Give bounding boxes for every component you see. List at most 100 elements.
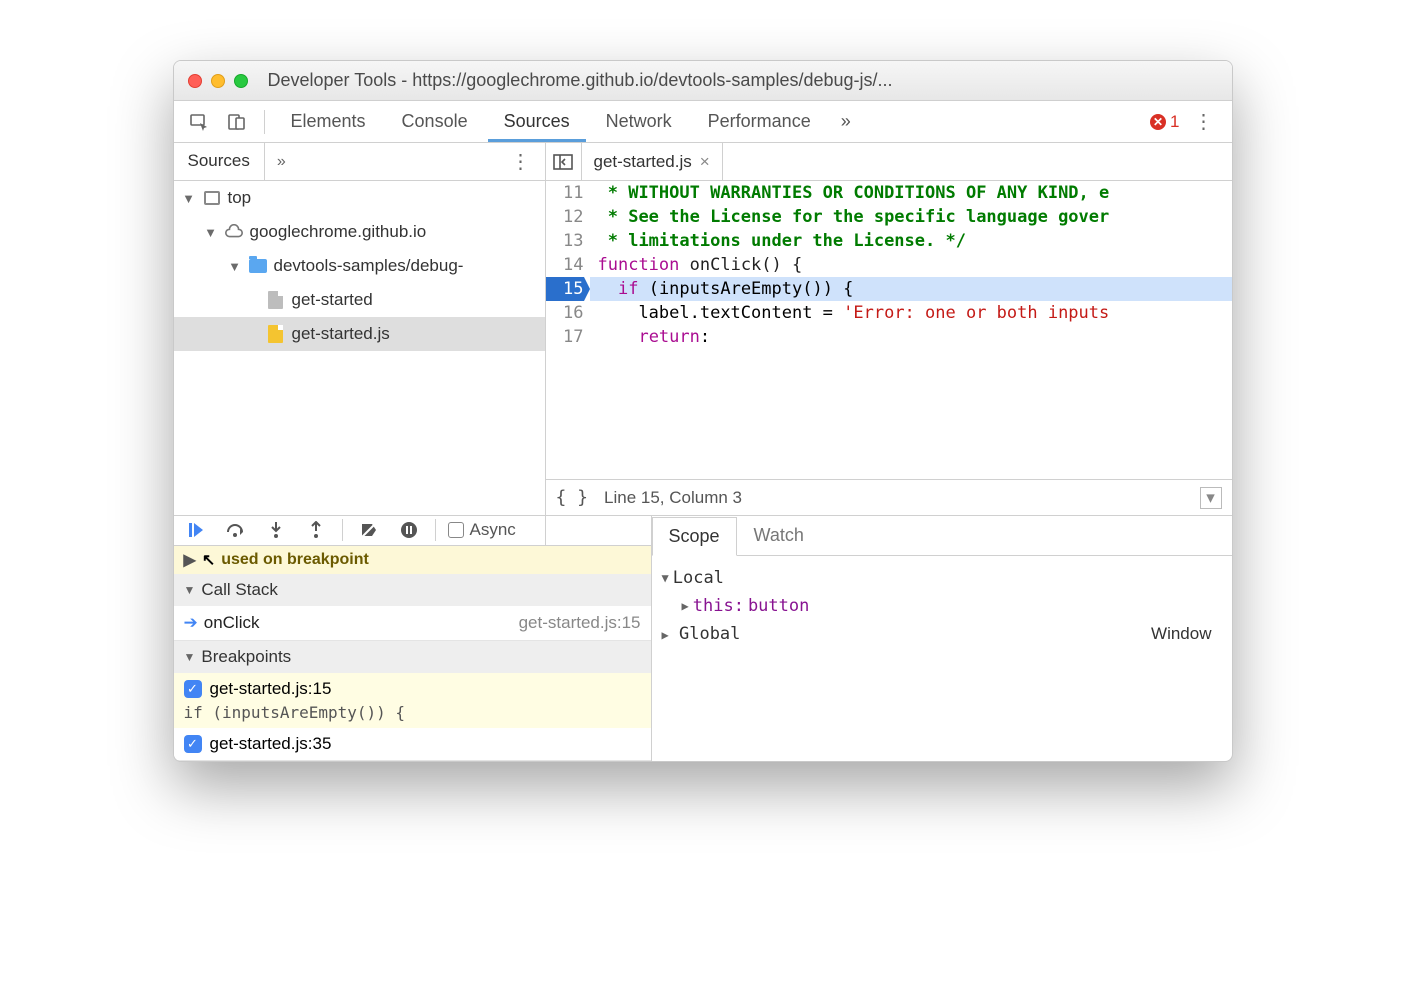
error-count: 1: [1170, 112, 1179, 132]
tree-node-top[interactable]: ▼ top: [174, 181, 545, 215]
code-lines[interactable]: * WITHOUT WARRANTIES OR CONDITIONS OF AN…: [590, 181, 1232, 479]
scope-local-label: Local: [673, 568, 724, 588]
disclosure-triangle-icon: ▼: [184, 650, 196, 664]
cursor-arrow-icon: ↖: [202, 550, 215, 570]
devtools-window: Developer Tools - https://googlechrome.g…: [173, 60, 1233, 762]
scope-this-value: button: [748, 596, 809, 616]
step-into-button[interactable]: [262, 516, 290, 544]
editor-tab-file[interactable]: get-started.js ×: [582, 143, 723, 180]
stack-frame-loc: get-started.js:15: [519, 613, 641, 633]
minimize-window-button[interactable]: [211, 74, 225, 88]
document-icon: [266, 290, 286, 310]
code-editor[interactable]: 11 12 13 14 15 16 17 * WITHOUT WARRANTIE…: [546, 181, 1232, 479]
navigator-tab-sources[interactable]: Sources: [174, 143, 265, 180]
call-stack-header[interactable]: ▼ Call Stack: [174, 574, 651, 606]
window-title: Developer Tools - https://googlechrome.g…: [268, 70, 1218, 91]
pause-on-exceptions-button[interactable]: [395, 516, 423, 544]
frame-icon: [202, 188, 222, 208]
breakpoint-item[interactable]: ✓ get-started.js:15 if (inputsAreEmpty()…: [174, 673, 651, 728]
line-number[interactable]: 14: [546, 253, 584, 277]
device-toolbar-icon[interactable]: [220, 105, 254, 139]
code-line: * WITHOUT WARRANTIES OR CONDITIONS OF AN…: [590, 181, 1232, 205]
content-area: Sources » ⋮ ▼ top ▼ googlechrome.github.…: [174, 143, 1232, 761]
breakpoints-header[interactable]: ▼ Breakpoints: [174, 641, 651, 673]
tree-node-file-html[interactable]: get-started: [174, 283, 545, 317]
traffic-lights: [188, 74, 248, 88]
paused-banner[interactable]: ▶ ↖ used on breakpoint: [174, 546, 651, 574]
tab-elements[interactable]: Elements: [275, 101, 382, 142]
line-number-breakpoint[interactable]: 15: [546, 277, 584, 301]
settings-menu-button[interactable]: ⋮: [1184, 109, 1224, 134]
resume-button[interactable]: [182, 516, 210, 544]
tab-watch[interactable]: Watch: [737, 516, 821, 555]
checkbox-checked-icon[interactable]: ✓: [184, 680, 202, 698]
disclosure-triangle-icon: ▼: [228, 259, 242, 274]
code-line: * See the License for the specific langu…: [590, 205, 1232, 229]
tabs-overflow-button[interactable]: »: [831, 111, 861, 132]
tree-label: get-started.js: [292, 324, 390, 344]
call-stack-section: ▼ Call Stack ➔ onClick get-started.js:15: [174, 574, 651, 641]
titlebar: Developer Tools - https://googlechrome.g…: [174, 61, 1232, 101]
async-checkbox[interactable]: Async: [448, 520, 516, 540]
editor-tab-label: get-started.js: [594, 152, 692, 172]
close-window-button[interactable]: [188, 74, 202, 88]
disclosure-triangle-icon: ▼: [182, 191, 196, 206]
breakpoint-label: get-started.js:35: [210, 734, 332, 754]
line-number[interactable]: 11: [546, 181, 584, 205]
tab-network[interactable]: Network: [590, 101, 688, 142]
pretty-print-button[interactable]: { }: [556, 487, 589, 508]
disclosure-triangle-icon: ▶: [662, 628, 669, 642]
deactivate-breakpoints-button[interactable]: [355, 516, 383, 544]
folder-icon: [248, 256, 268, 276]
line-number[interactable]: 16: [546, 301, 584, 325]
line-gutter[interactable]: 11 12 13 14 15 16 17: [546, 181, 590, 479]
scope-global-value: Window: [1151, 624, 1211, 644]
code-line: label.textContent = 'Error: one or both …: [590, 301, 1232, 325]
tree-label: get-started: [292, 290, 373, 310]
tree-node-folder[interactable]: ▼ devtools-samples/debug-: [174, 249, 545, 283]
line-number[interactable]: 13: [546, 229, 584, 253]
close-tab-icon[interactable]: ×: [700, 152, 710, 172]
stack-frame[interactable]: ➔ onClick get-started.js:15: [174, 606, 651, 640]
inspect-element-icon[interactable]: [182, 105, 216, 139]
disclosure-triangle-icon: ▶: [682, 599, 689, 613]
tree-node-domain[interactable]: ▼ googlechrome.github.io: [174, 215, 545, 249]
disclosure-triangle-icon: ▼: [204, 225, 218, 240]
scope-watch-pane: Scope Watch ▼ Local ▶ this: button: [652, 516, 1232, 761]
paused-text: used on breakpoint: [221, 551, 369, 569]
navigator-tab-bar: Sources » ⋮: [174, 143, 545, 181]
script-icon: [266, 324, 286, 344]
navigate-files-button[interactable]: [546, 143, 582, 180]
disclosure-triangle-icon: ▼: [662, 571, 669, 585]
tree-node-file-js[interactable]: get-started.js: [174, 317, 545, 351]
line-number[interactable]: 17: [546, 325, 584, 349]
scope-this[interactable]: ▶ this: button: [662, 592, 1222, 620]
tab-performance[interactable]: Performance: [692, 101, 827, 142]
scope-local[interactable]: ▼ Local: [662, 564, 1222, 592]
step-over-button[interactable]: [222, 516, 250, 544]
breakpoints-title: Breakpoints: [201, 647, 291, 667]
tab-sources[interactable]: Sources: [488, 101, 586, 142]
checkbox-checked-icon[interactable]: ✓: [184, 735, 202, 753]
tab-scope[interactable]: Scope: [652, 517, 737, 556]
breakpoint-label: get-started.js:15: [210, 679, 332, 699]
navigator-menu-button[interactable]: ⋮: [497, 149, 545, 174]
navigator-overflow-button[interactable]: »: [265, 153, 298, 171]
scope-body: ▼ Local ▶ this: button ▶ Global: [652, 556, 1232, 656]
error-badge[interactable]: ✕ 1: [1150, 112, 1179, 132]
separator: [435, 519, 436, 541]
breakpoint-item[interactable]: ✓ get-started.js:35: [174, 728, 651, 760]
zoom-window-button[interactable]: [234, 74, 248, 88]
current-frame-icon: ➔: [184, 613, 198, 633]
debugger-panel: Async ▶ ↖ used on breakpoint ▼ Call Stac…: [174, 515, 1232, 761]
scope-global[interactable]: ▶ Global Window: [662, 620, 1222, 648]
editor-menu-button[interactable]: ▾: [1200, 487, 1222, 509]
editor-tab-bar: get-started.js ×: [546, 143, 1232, 181]
step-out-button[interactable]: [302, 516, 330, 544]
line-number[interactable]: 12: [546, 205, 584, 229]
code-line: * limitations under the License. */: [590, 229, 1232, 253]
breakpoint-preview: if (inputsAreEmpty()) {: [184, 703, 641, 722]
tab-console[interactable]: Console: [386, 101, 484, 142]
scope-watch-tabs: Scope Watch: [652, 516, 1232, 556]
play-triangle-icon: ▶: [184, 550, 196, 570]
